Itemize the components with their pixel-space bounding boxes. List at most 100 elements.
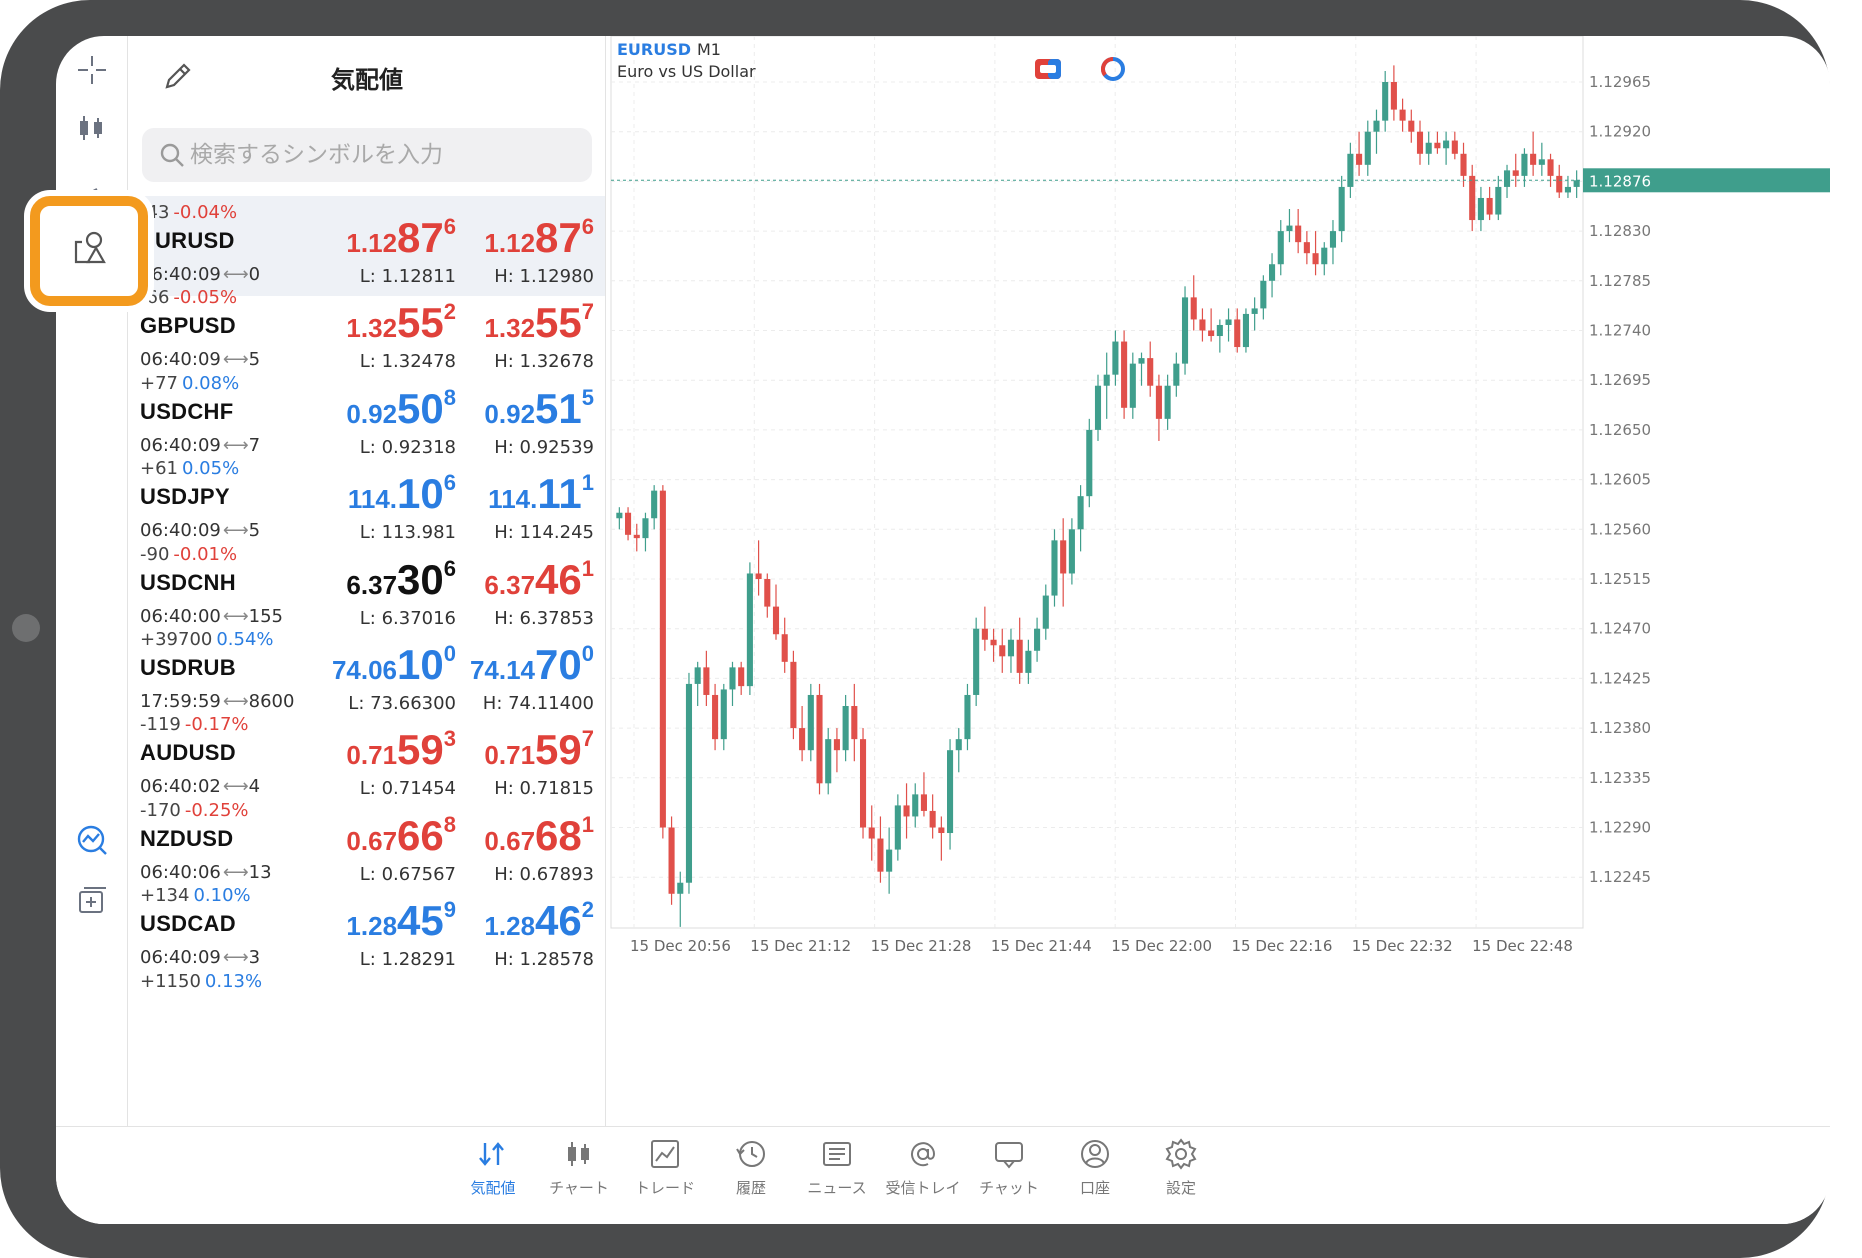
price-change: -43 -0.04% bbox=[140, 202, 238, 223]
bid-price: 114.106 bbox=[347, 470, 456, 518]
quotes-title: 気配値 bbox=[331, 66, 403, 94]
news-icon bbox=[823, 1142, 851, 1166]
candle-body bbox=[1129, 363, 1136, 408]
candle-body bbox=[659, 490, 666, 828]
candle-body bbox=[703, 667, 710, 695]
candle-body bbox=[851, 706, 858, 740]
tab-account[interactable]: 口座 bbox=[1045, 1137, 1145, 1217]
bid-price: 1.32552 bbox=[346, 299, 456, 347]
quotes-icon bbox=[479, 1142, 504, 1166]
quote-row[interactable]: +1150 0.13% bbox=[128, 965, 605, 1065]
symbol-name: USDJPY bbox=[140, 484, 230, 510]
candle-body bbox=[1538, 159, 1545, 165]
candle-body bbox=[868, 827, 875, 839]
tab-quotes[interactable]: 気配値 bbox=[443, 1137, 543, 1217]
candle-body bbox=[1512, 170, 1519, 176]
candle-body bbox=[633, 534, 640, 539]
candle-body bbox=[1242, 313, 1249, 348]
percent-change: 0.13% bbox=[204, 970, 263, 992]
price-change: -90 -0.01% bbox=[140, 543, 238, 565]
candle-body bbox=[1277, 231, 1284, 265]
trade-panel-icon bbox=[1040, 65, 1056, 73]
candle-body bbox=[929, 810, 936, 828]
candle-body bbox=[1269, 264, 1276, 281]
chart-timeframe[interactable]: M1 bbox=[697, 40, 721, 59]
candle-body bbox=[729, 667, 736, 690]
symbol-name: AUDUSD bbox=[140, 740, 236, 766]
candle-body bbox=[1556, 175, 1563, 193]
crosshair-icon[interactable] bbox=[68, 46, 116, 94]
symbol-name: USDCHF bbox=[140, 398, 234, 424]
candle-body bbox=[1121, 341, 1128, 408]
candle-body bbox=[955, 739, 962, 751]
x-tick-label: 15 Dec 22:48 bbox=[1472, 937, 1573, 955]
percent-change: 0.05% bbox=[182, 458, 240, 480]
candlestick-chart[interactable]: 1.129651.129201.128751.128301.127851.127… bbox=[607, 36, 1830, 1126]
candle-body bbox=[1068, 529, 1075, 574]
chat-icon bbox=[995, 1142, 1023, 1169]
history-icon bbox=[736, 1141, 765, 1167]
y-tick-label: 1.12785 bbox=[1589, 272, 1651, 290]
tab-chat[interactable]: チャット bbox=[959, 1137, 1059, 1217]
y-tick-label: 1.12920 bbox=[1589, 123, 1651, 141]
percent-change: 0.10% bbox=[193, 885, 251, 907]
candle-body bbox=[1573, 180, 1580, 187]
chart-type-icon[interactable] bbox=[68, 104, 116, 152]
candle-body bbox=[1530, 153, 1537, 165]
y-tick-label: 1.12695 bbox=[1589, 371, 1651, 389]
candle-body bbox=[1251, 308, 1258, 314]
y-tick-label: 1.12290 bbox=[1589, 819, 1651, 837]
percent-change: -0.17% bbox=[184, 714, 249, 736]
tab-mailbox[interactable]: 受信トレイ bbox=[873, 1137, 973, 1217]
candle-body bbox=[799, 728, 806, 751]
tab-chart[interactable]: チャート bbox=[529, 1137, 629, 1217]
candle-body bbox=[1216, 324, 1223, 337]
chart-description: Euro vs US Dollar bbox=[617, 62, 756, 81]
tab-news[interactable]: ニュース bbox=[787, 1137, 887, 1217]
candle-body bbox=[859, 739, 867, 828]
symbol-name: EURUSD bbox=[140, 228, 235, 253]
chart-symbol[interactable]: EURUSD bbox=[617, 40, 691, 59]
candle-body bbox=[1477, 197, 1484, 221]
tab-label: チャート bbox=[549, 1179, 609, 1197]
percent-change: -0.01% bbox=[173, 543, 238, 565]
bid-price: 1.12876 bbox=[346, 214, 456, 261]
candle-body bbox=[712, 694, 719, 740]
price-change: +77 0.08% bbox=[140, 372, 240, 394]
signals-icon[interactable] bbox=[68, 816, 116, 864]
candle-body bbox=[1356, 153, 1363, 165]
price-change: +134 0.10% bbox=[140, 885, 251, 907]
candle-body bbox=[1173, 363, 1180, 386]
candle-body bbox=[825, 739, 832, 784]
candle-body bbox=[833, 739, 840, 751]
tab-trade[interactable]: トレード bbox=[615, 1137, 715, 1217]
symbol-name: USDCNH bbox=[140, 569, 236, 595]
candle-body bbox=[1486, 197, 1493, 215]
percent-change: 0.08% bbox=[182, 372, 240, 394]
symbol-search-input[interactable] bbox=[190, 132, 580, 178]
tablet-frame: 気配値 -43-0.04% EURUSD 06:40:09⟷0 1.12876 … bbox=[0, 0, 1830, 1258]
candle-body bbox=[685, 683, 693, 883]
bid-price: 1.28459 bbox=[346, 897, 456, 945]
candle-body bbox=[616, 512, 623, 519]
objects-icon[interactable] bbox=[70, 228, 110, 268]
candle-body bbox=[1547, 159, 1554, 176]
candle-body bbox=[738, 667, 745, 687]
quotes-panel: 気配値 -43-0.04% EURUSD 06:40:09⟷0 1.12876 … bbox=[128, 36, 606, 1126]
candle-body bbox=[1225, 319, 1232, 325]
trade-icon bbox=[651, 1140, 679, 1168]
candle-body bbox=[886, 849, 893, 872]
tab-history[interactable]: 履歴 bbox=[701, 1137, 801, 1217]
add-window-icon[interactable] bbox=[68, 876, 116, 924]
ask-price: 1.12876 bbox=[484, 214, 594, 261]
bid-price: 0.92508 bbox=[346, 384, 456, 432]
price-chart[interactable]: 1.129651.129201.128751.128301.127851.127… bbox=[607, 36, 1830, 1126]
candle-body bbox=[990, 639, 997, 646]
tab-settings[interactable]: 設定 bbox=[1131, 1137, 1231, 1217]
candle-body bbox=[1364, 131, 1371, 165]
one-click-icon bbox=[1101, 57, 1114, 77]
y-tick-label: 1.12740 bbox=[1589, 322, 1651, 340]
percent-change: -0.25% bbox=[184, 799, 249, 821]
app-screen: 気配値 -43-0.04% EURUSD 06:40:09⟷0 1.12876 … bbox=[56, 36, 1830, 1224]
candle-body bbox=[981, 628, 988, 640]
